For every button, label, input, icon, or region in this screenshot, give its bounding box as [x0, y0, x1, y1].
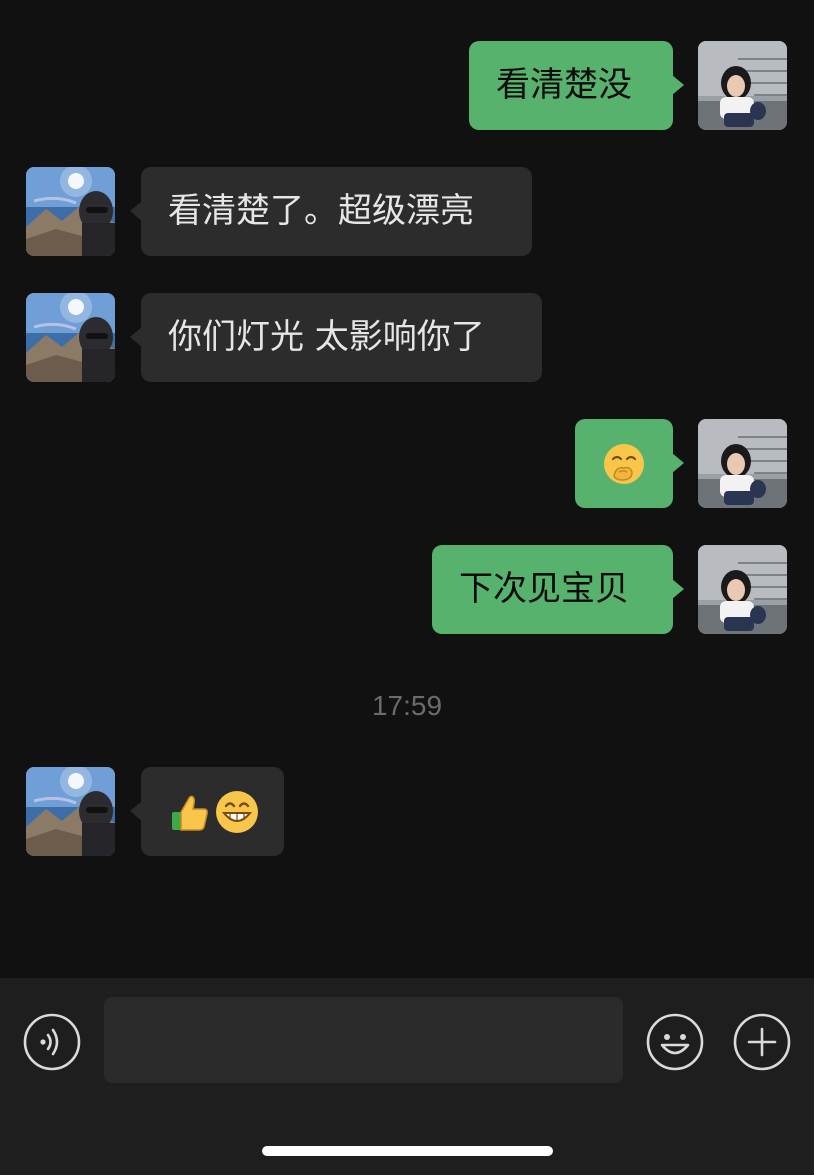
avatar-contact[interactable]: [26, 293, 115, 382]
message-bubble-outgoing[interactable]: [575, 419, 684, 508]
avatar-image: [698, 41, 787, 130]
plus-circle-icon: [733, 1013, 791, 1071]
avatar-image: [698, 419, 787, 508]
message-bubble-incoming[interactable]: 看清楚了。超级漂亮: [130, 167, 532, 256]
thumbs-up-icon: [172, 795, 208, 831]
more-options-button[interactable]: [733, 1013, 791, 1071]
message-bubble-incoming[interactable]: 你们灯光 太影响你了: [130, 293, 542, 382]
message-text: 下次见宝贝: [459, 569, 629, 609]
message-text: 你们灯光 太影响你了: [168, 317, 485, 357]
message-bubble-outgoing[interactable]: 下次见宝贝: [432, 545, 684, 634]
avatar-self[interactable]: [698, 545, 787, 634]
face-with-hand-over-mouth-icon: [604, 443, 644, 484]
message-bubble-outgoing[interactable]: 看清楚没: [469, 41, 684, 130]
avatar-contact[interactable]: [26, 767, 115, 856]
grinning-face-icon: [216, 790, 258, 833]
avatar-image: [26, 293, 115, 382]
smiley-icon: [646, 1013, 704, 1071]
voice-wave-icon: [23, 1013, 81, 1071]
message-text: 看清楚了。超级漂亮: [168, 191, 474, 231]
avatar-image: [26, 767, 115, 856]
voice-input-button[interactable]: [23, 1013, 81, 1071]
avatar-self[interactable]: [698, 41, 787, 130]
message-input[interactable]: [104, 997, 623, 1083]
message-text: 看清楚没: [496, 65, 632, 105]
home-indicator[interactable]: [262, 1146, 553, 1156]
avatar-self[interactable]: [698, 419, 787, 508]
avatar-image: [698, 545, 787, 634]
avatar-image: [26, 167, 115, 256]
avatar-contact[interactable]: [26, 167, 115, 256]
chat-area[interactable]: 看清楚没 看清楚了。超级漂亮 你们灯光 太影响你了 下次见宝贝 17:59: [0, 0, 814, 978]
message-bubble-incoming[interactable]: [130, 767, 284, 856]
emoji-button[interactable]: [646, 1013, 704, 1071]
message-timestamp: 17:59: [371, 690, 443, 721]
